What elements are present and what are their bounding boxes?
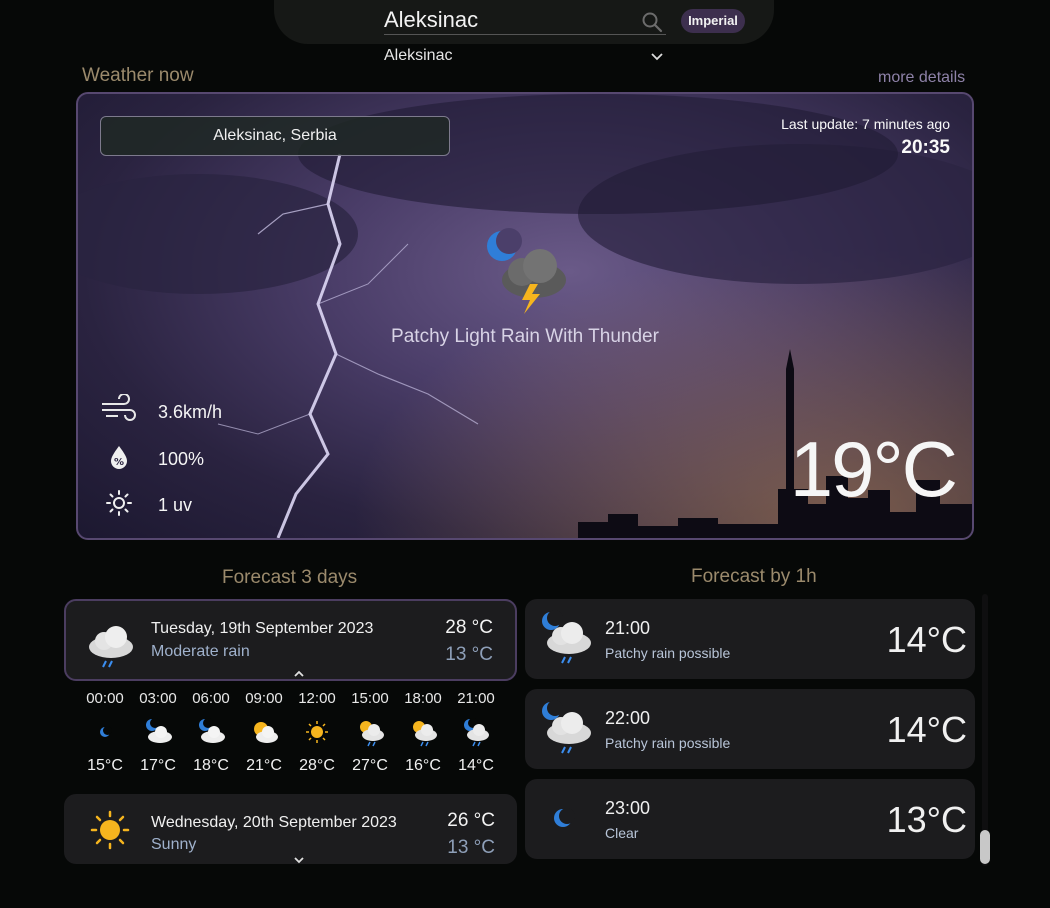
forecast-min-temp: 13 °C (445, 644, 493, 665)
hour-time: 09:00 (245, 690, 283, 707)
hour-time: 15:00 (351, 690, 389, 707)
current-temperature: 19°C (789, 425, 958, 513)
moon-icon (554, 808, 575, 827)
hour-card-time: 21:00 (605, 618, 651, 638)
chevron-up-icon[interactable] (293, 669, 305, 679)
forecast-description: Sunny (151, 836, 197, 853)
hour-slot: 06:00 18°C (186, 690, 236, 775)
forecast-description: Moderate rain (151, 643, 250, 660)
current-weather-card: Aleksinac, Serbia Last update: 7 minutes… (76, 92, 974, 540)
unit-toggle-button[interactable]: Imperial (681, 9, 745, 33)
moon-icon (100, 726, 112, 737)
hour-temp: 28°C (299, 757, 335, 774)
condition-text: Patchy Light Rain With Thunder (391, 326, 659, 347)
hour-card-description: Patchy rain possible (605, 645, 731, 661)
uv-sun-icon (106, 490, 132, 516)
wind-icon (102, 394, 136, 421)
hour-time: 12:00 (298, 690, 336, 707)
hourly-strip: 00:00 15°C 03:00 17°C 06:00 18°C 09:00 2… (64, 690, 517, 790)
hour-time: 21:00 (457, 690, 495, 707)
hour-slot: 21:00 14°C (451, 690, 501, 775)
forecast-min-temp: 13 °C (447, 837, 495, 858)
hour-card-time: 23:00 (605, 798, 651, 818)
location-label: Aleksinac, Serbia (100, 116, 450, 156)
sun-cloud-icon (254, 722, 278, 743)
sun-cloud-rain-icon (413, 721, 437, 747)
hour-temp: 21°C (246, 757, 282, 774)
hour-temp: 18°C (193, 757, 229, 774)
hour-slot: 00:00 15°C (80, 690, 130, 775)
uv-value: 1 uv (158, 495, 193, 515)
svg-text:%: % (114, 457, 124, 468)
forecast-max-temp: 26 °C (447, 810, 495, 831)
chevron-down-icon[interactable] (293, 856, 305, 864)
more-details-link[interactable]: more details (878, 69, 965, 87)
city-select[interactable]: Aleksinac (384, 47, 666, 67)
hour-time: 00:00 (86, 690, 124, 707)
forecast-days-title: Forecast 3 days (222, 567, 358, 588)
current-time: 20:35 (901, 137, 950, 158)
moon-cloud-rain-icon (542, 610, 591, 664)
hour-temp: 27°C (352, 757, 388, 774)
moon-cloud-icon (146, 718, 172, 743)
hour-slot: 03:00 17°C (133, 690, 183, 775)
forecast-max-temp: 28 °C (445, 617, 493, 638)
forecast-day-card[interactable]: Tuesday, 19th September 2023 Moderate ra… (64, 599, 517, 681)
forecast-day-card[interactable]: Wednesday, 20th September 2023 Sunny 26 … (64, 794, 517, 864)
hour-card-time: 22:00 (605, 708, 651, 728)
hour-slot: 12:00 28°C (292, 690, 342, 775)
hour-card-temp: 13°C (886, 799, 967, 840)
last-update-text: Last update: 7 minutes ago (781, 116, 950, 132)
hourly-forecast-card: 23:00 Clear 13°C (525, 779, 975, 859)
city-search-input[interactable] (384, 6, 666, 35)
hourly-forecast-card: 21:00 Patchy rain possible 14°C (525, 599, 975, 679)
hour-temp: 15°C (87, 757, 123, 774)
search-icon[interactable] (640, 10, 664, 34)
hour-temp: 17°C (140, 757, 176, 774)
hour-time: 03:00 (139, 690, 177, 707)
cloud-rain-icon (89, 626, 133, 668)
humidity-icon: % (111, 446, 127, 469)
hour-card-temp: 14°C (886, 709, 967, 750)
hour-slot: 15:00 27°C (345, 690, 395, 775)
sun-icon (306, 721, 328, 743)
hour-slot: 09:00 21°C (239, 690, 289, 775)
sun-icon (90, 810, 130, 850)
moon-cloud-rain-icon (542, 700, 591, 754)
forecast-date: Tuesday, 19th September 2023 (151, 620, 374, 637)
hour-temp: 14°C (458, 757, 494, 774)
hour-card-temp: 14°C (886, 619, 967, 660)
humidity-value: 100% (158, 449, 205, 469)
forecast-date: Wednesday, 20th September 2023 (151, 814, 397, 831)
scrollbar-thumb[interactable] (980, 830, 990, 864)
hour-temp: 16°C (405, 757, 441, 774)
moon-cloud-rain-icon (464, 718, 489, 747)
hour-time: 06:00 (192, 690, 230, 707)
moon-cloud-thunder-icon (487, 228, 566, 314)
hour-card-description: Clear (605, 825, 639, 841)
weather-now-title: Weather now (82, 65, 194, 86)
moon-cloud-icon (199, 718, 225, 743)
hour-time: 18:00 (404, 690, 442, 707)
wind-value: 3.6km/h (158, 402, 223, 422)
hour-card-description: Patchy rain possible (605, 735, 731, 751)
forecast-hours-title: Forecast by 1h (691, 566, 817, 587)
sun-cloud-rain-icon (360, 721, 384, 747)
scrollbar-track[interactable] (982, 594, 988, 866)
hourly-forecast-card: 22:00 Patchy rain possible 14°C (525, 689, 975, 769)
hour-slot: 18:00 16°C (398, 690, 448, 775)
chevron-down-icon[interactable] (650, 50, 664, 64)
